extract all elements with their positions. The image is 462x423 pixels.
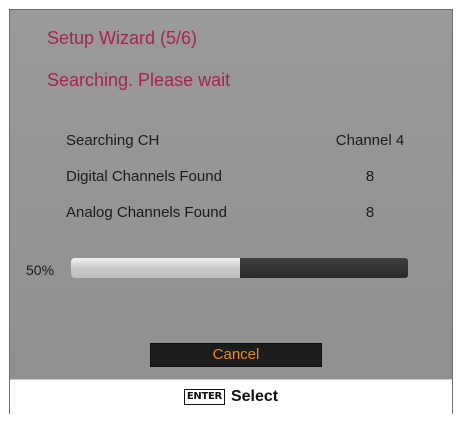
scan-row-digital-found: Digital Channels Found 8	[10, 164, 454, 200]
enter-key-icon: ENTER	[183, 389, 225, 405]
searching-ch-label: Searching CH	[66, 132, 160, 149]
progress-bar-fill	[71, 258, 240, 278]
progress-bar	[71, 258, 408, 278]
digital-channels-value: 8	[365, 168, 375, 185]
cancel-button[interactable]: Cancel	[150, 343, 322, 367]
setup-wizard-dialog: Setup Wizard (5/6) Searching. Please wai…	[9, 9, 453, 414]
dialog-title: Setup Wizard (5/6)	[47, 28, 198, 48]
digital-channels-label: Digital Channels Found	[66, 168, 222, 185]
status-message: Searching. Please wait	[47, 70, 231, 90]
screen-frame: Setup Wizard (5/6) Searching. Please wai…	[0, 0, 462, 423]
progress-percent: 50%	[26, 262, 55, 278]
searching-ch-value: Channel 4	[335, 132, 405, 149]
analog-channels-value: 8	[365, 204, 375, 221]
scan-row-searching-ch: Searching CH Channel 4	[10, 128, 454, 164]
scan-results: Searching CH Channel 4 Digital Channels …	[10, 128, 454, 236]
analog-channels-label: Analog Channels Found	[66, 204, 227, 221]
footer-hint: ENTER Select	[10, 380, 452, 414]
footer-action-label: Select	[230, 388, 279, 405]
footer-bar: ENTER Select	[10, 379, 452, 414]
scan-row-analog-found: Analog Channels Found 8	[10, 200, 454, 236]
